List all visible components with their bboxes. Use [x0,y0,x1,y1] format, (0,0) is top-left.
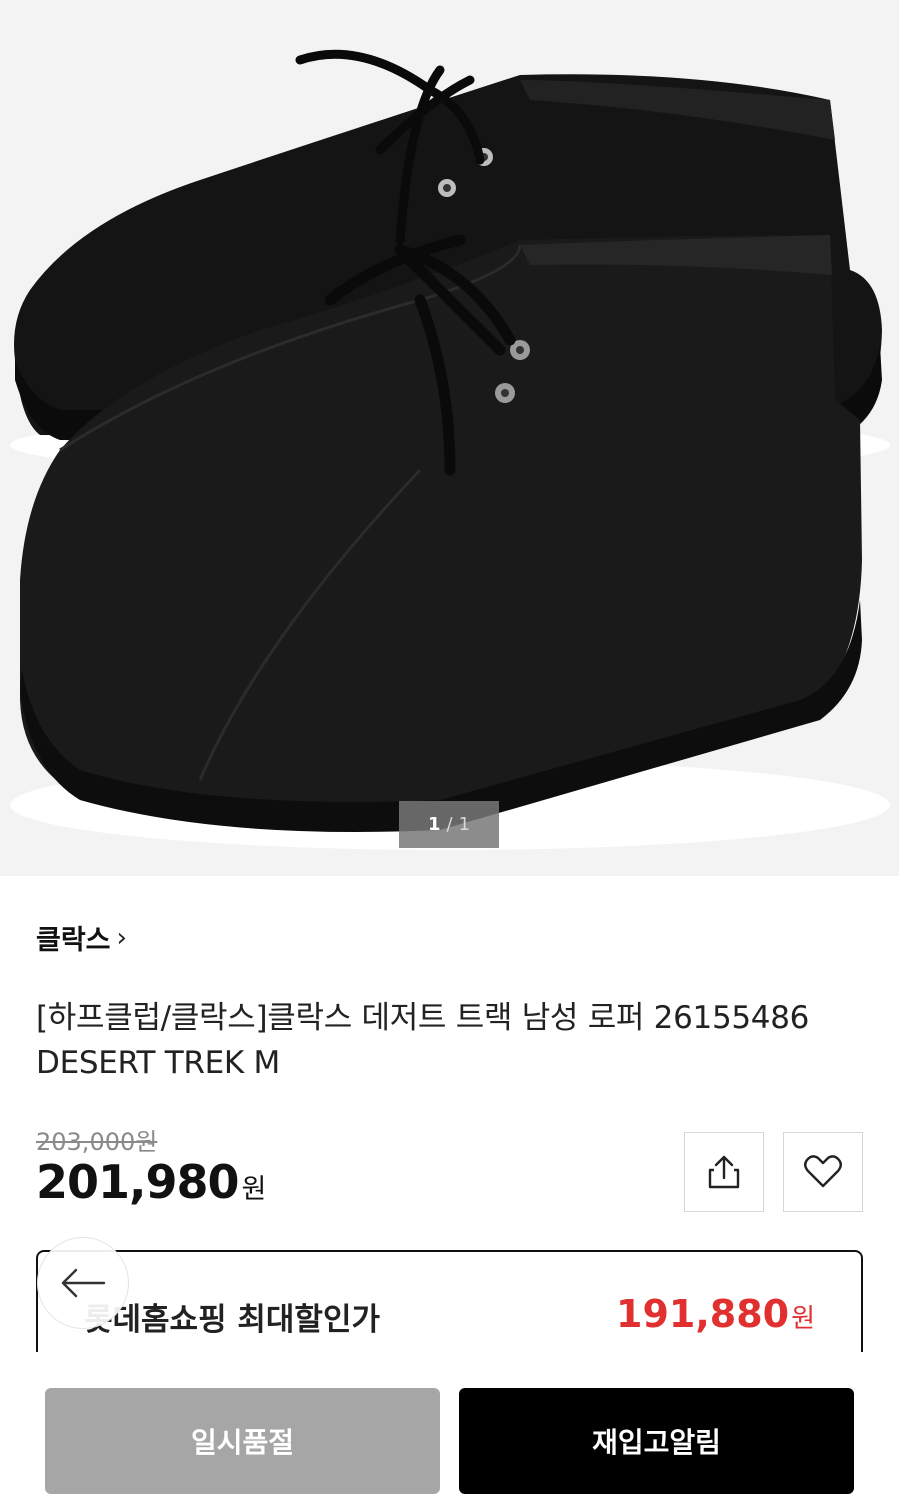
original-price: 203,000원 [36,1128,158,1156]
sale-price-amount: 201,980 [36,1155,240,1209]
product-image [10,49,890,850]
max-discount-amount: 191,880 [616,1292,790,1336]
max-discount-box[interactable]: 롯데홈쇼핑 최대할인가 191,880 원 [36,1250,863,1360]
wishlist-button[interactable] [783,1132,863,1212]
product-title-line2: DESERT TREK M [36,1045,280,1081]
heart-icon [804,1155,842,1188]
brand-link[interactable]: 클락스 › [36,918,127,957]
arrow-left-icon [61,1268,106,1298]
restock-alert-button[interactable]: 재입고알림 [459,1388,854,1494]
product-image-gallery[interactable]: 1 / 1 [0,0,899,876]
back-button[interactable] [37,1237,129,1329]
pager-total: 1 [458,814,471,835]
chevron-right-icon: › [116,922,127,953]
max-discount-label: 롯데홈쇼핑 최대할인가 [84,1302,380,1338]
share-button[interactable] [684,1132,764,1212]
max-discount-currency: 원 [791,1304,815,1334]
pager-separator: / [446,814,453,835]
product-title: [하프클럽/클락스]클락스 데저트 트랙 남성 로퍼 26155486 DESE… [36,996,866,1086]
sale-price-currency: 원 [241,1174,267,1205]
pager-current: 1 [427,814,441,835]
share-icon [708,1155,740,1189]
brand-name: 클락스 [36,925,111,956]
bottom-action-bar: 일시품절 재입고알림 [0,1352,899,1500]
sale-price: 201,980 원 [36,1155,267,1209]
max-discount-price: 191,880 원 [616,1292,815,1336]
product-title-line1: [하프클럽/클락스]클락스 데저트 트랙 남성 로퍼 26155486 [36,1000,810,1036]
gallery-pager: 1 / 1 [399,801,499,848]
soldout-button[interactable]: 일시품절 [45,1388,440,1494]
